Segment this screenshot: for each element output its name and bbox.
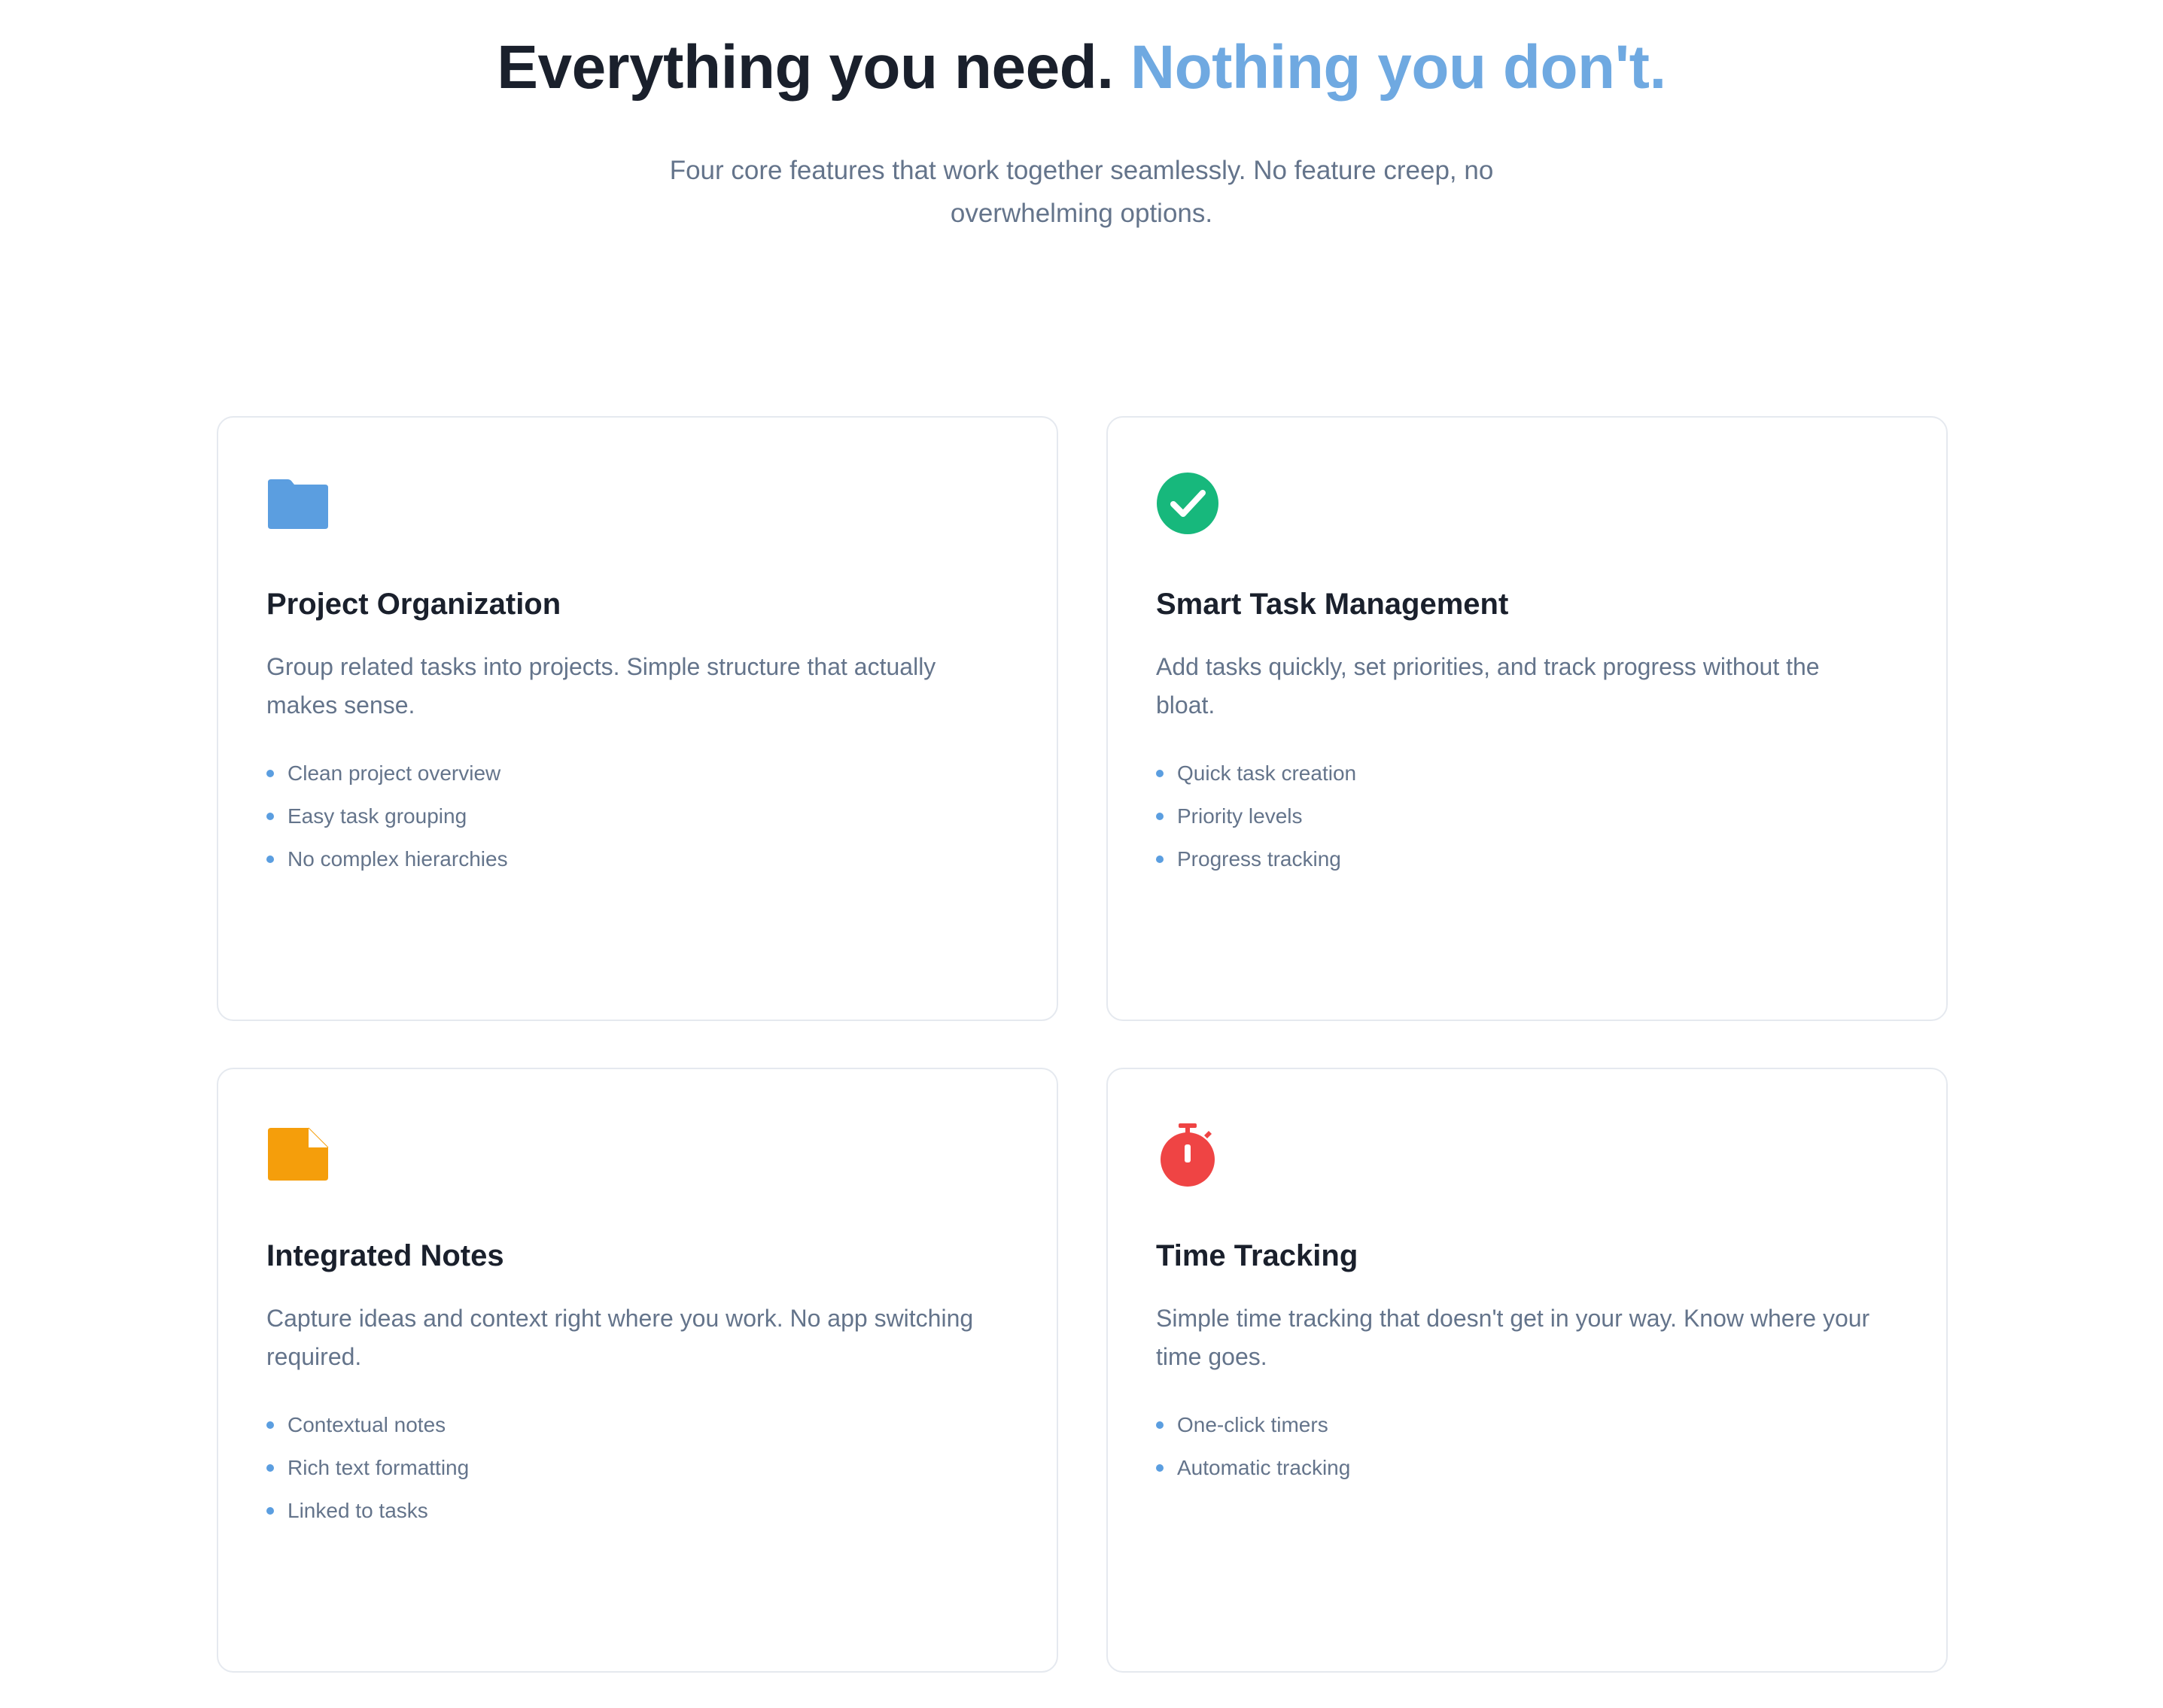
bullet-dot [266,1506,274,1515]
feature-title: Time Tracking [1156,1239,1358,1272]
list-item: Rich text formatting [266,1446,1008,1489]
feature-card-smart-task-management: Smart Task Management Add tasks quickly,… [1106,416,1948,1021]
feature-description: Simple time tracking that doesn't get in… [1156,1305,1870,1370]
bullet-dot [1156,769,1164,777]
bullet-dot [266,855,274,863]
list-item-label: Linked to tasks [287,1498,428,1522]
check-circle-icon [1156,472,1219,535]
bullet-dot [266,1463,274,1472]
list-item: One-click timers [1156,1403,1898,1446]
feature-card-project-organization: Project Organization Group related tasks… [217,416,1058,1021]
feature-list: One-click timers Automatic tracking [1156,1403,1898,1489]
feature-description: Add tasks quickly, set priorities, and t… [1156,653,1820,719]
features-page: Everything you need. Nothing you don't. … [0,0,2163,1708]
list-item: Quick task creation [1156,752,1898,795]
feature-description: Capture ideas and context right where yo… [266,1305,974,1370]
list-item: Contextual notes [266,1403,1008,1446]
list-item-label: Rich text formatting [287,1455,470,1479]
note-icon [266,1123,330,1187]
list-item-label: Contextual notes [287,1412,446,1436]
feature-title: Smart Task Management [1156,588,1509,621]
list-item-label: One-click timers [1177,1412,1328,1436]
list-item: Priority levels [1156,795,1898,837]
bullet-dot [1156,855,1164,863]
bullet-dot [266,769,274,777]
list-item-label: Progress tracking [1177,846,1341,871]
bullet-dot [1156,812,1164,820]
feature-title: Project Organization [266,588,561,621]
feature-card-time-tracking: Time Tracking Simple time tracking that … [1106,1068,1948,1673]
stopwatch-icon [1156,1123,1219,1187]
hero-title-main: Everything you need. [497,33,1114,102]
hero-title-accent: Nothing you don't. [1130,33,1666,102]
list-item-label: Easy task grouping [287,804,467,828]
list-item-label: No complex hierarchies [287,846,508,871]
feature-grid: Project Organization Group related tasks… [217,416,1948,1673]
bullet-dot [1156,1463,1164,1472]
list-item-label: Priority levels [1177,804,1303,828]
list-item: Linked to tasks [266,1489,1008,1532]
list-item: Easy task grouping [266,795,1008,837]
bullet-dot [266,812,274,820]
list-item-label: Automatic tracking [1177,1455,1351,1479]
feature-description: Group related tasks into projects. Simpl… [266,653,936,719]
list-item: Clean project overview [266,752,1008,795]
list-item: Progress tracking [1156,837,1898,880]
feature-list: Clean project overview Easy task groupin… [266,752,1008,880]
folder-icon [266,472,330,535]
list-item: Automatic tracking [1156,1446,1898,1489]
hero-section: Everything you need. Nothing you don't. … [0,0,2163,235]
feature-title: Integrated Notes [266,1239,504,1272]
bullet-dot [1156,1421,1164,1429]
bullet-dot [266,1421,274,1429]
feature-list: Contextual notes Rich text formatting Li… [266,1403,1008,1532]
hero-title: Everything you need. Nothing you don't. [0,0,2163,104]
list-item-label: Clean project overview [287,761,501,785]
hero-subtitle: Four core features that work together se… [669,156,1494,228]
list-item: No complex hierarchies [266,837,1008,880]
list-item-label: Quick task creation [1177,761,1357,785]
feature-card-integrated-notes: Integrated Notes Capture ideas and conte… [217,1068,1058,1673]
feature-list: Quick task creation Priority levels Prog… [1156,752,1898,880]
